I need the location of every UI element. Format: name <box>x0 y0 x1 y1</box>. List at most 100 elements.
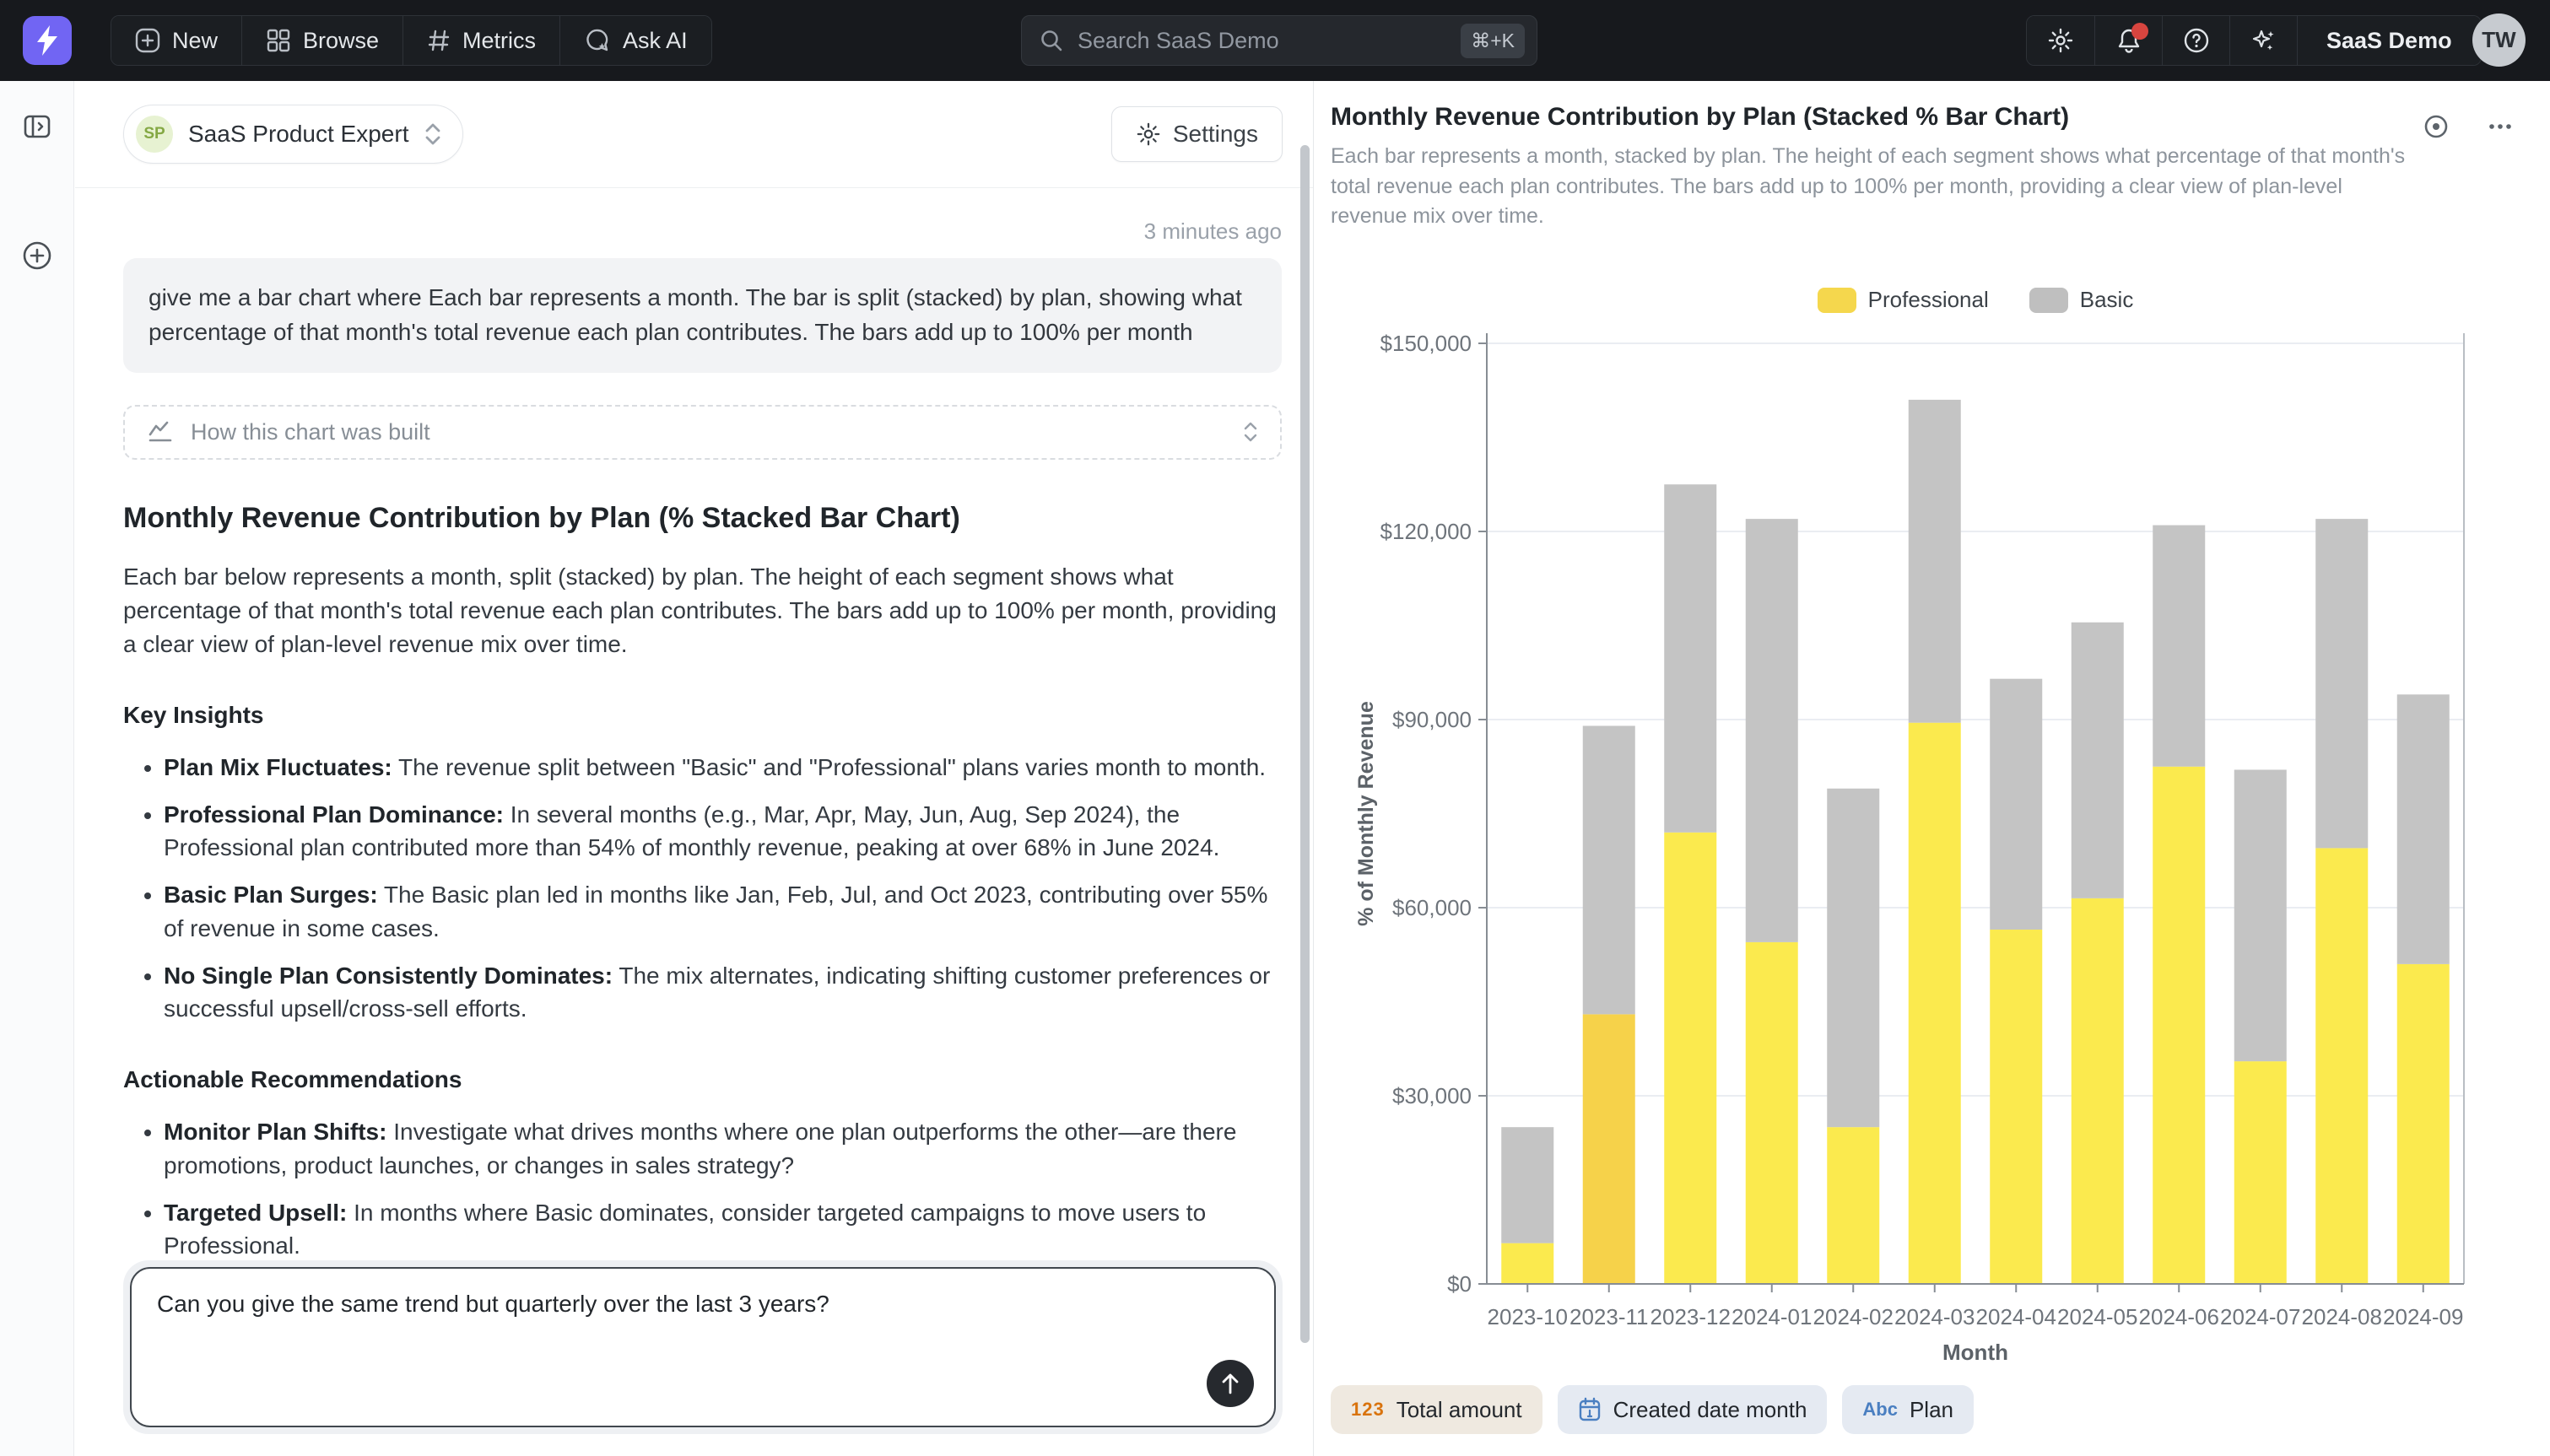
chart-panel-actions <box>2419 110 2550 143</box>
svg-text:$120,000: $120,000 <box>1380 519 1472 544</box>
insight-item: No Single Plan Consistently Dominates: T… <box>164 959 1282 1027</box>
notification-badge <box>2131 23 2148 40</box>
legend-item-basic[interactable]: Basic <box>2029 287 2134 313</box>
svg-text:$30,000: $30,000 <box>1392 1083 1472 1108</box>
legend-item-professional[interactable]: Professional <box>1818 287 1989 313</box>
agent-selector[interactable]: SP SaaS Product Expert <box>123 105 463 164</box>
panel-expand-icon <box>22 111 52 142</box>
recommendations-heading: Actionable Recommendations <box>123 1066 1282 1093</box>
legend-swatch <box>2029 288 2068 313</box>
chat-header: SP SaaS Product Expert Settings <box>75 81 1313 188</box>
dimension-tag-created-date[interactable]: Created date month <box>1558 1385 1828 1434</box>
chat-input-container: Can you give the same trend but quarterl… <box>123 1260 1283 1434</box>
app-logo[interactable] <box>23 16 72 65</box>
ask-ai-button[interactable]: Ask AI <box>559 16 711 65</box>
browse-grid-icon <box>266 28 291 53</box>
response-intro: Each bar below represents a month, split… <box>123 560 1282 661</box>
chart-trend-icon <box>147 419 174 445</box>
search-placeholder: Search SaaS Demo <box>1078 28 1461 54</box>
workspace-button[interactable]: SaaS Demo <box>2297 16 2481 65</box>
dimension-tag-plan[interactable]: Abc Plan <box>1842 1385 1974 1434</box>
arrow-up-icon <box>1219 1372 1241 1395</box>
new-button[interactable]: New <box>111 16 241 65</box>
message-timestamp: 3 minutes ago <box>123 218 1282 245</box>
chart-legend: Professional Basic <box>1376 287 2550 313</box>
legend-label: Basic <box>2080 287 2134 313</box>
svg-text:Month: Month <box>1942 1340 2008 1365</box>
svg-text:2024-07: 2024-07 <box>2220 1304 2300 1329</box>
hash-icon <box>427 29 451 52</box>
help-button[interactable] <box>2162 16 2229 65</box>
svg-text:2024-05: 2024-05 <box>2057 1304 2137 1329</box>
user-message-bubble: give me a bar chart where Each bar repre… <box>123 258 1282 373</box>
chat-message-list: 3 minutes ago give me a bar chart where … <box>75 218 1313 1403</box>
more-options-button[interactable] <box>2483 110 2517 143</box>
agent-settings-button[interactable]: Settings <box>1111 106 1283 162</box>
plus-circle-icon <box>21 240 53 272</box>
recommendation-item: Monitor Plan Shifts: Investigate what dr… <box>164 1115 1282 1183</box>
string-type-icon: Abc <box>1862 1399 1898 1421</box>
app: New Browse Metrics <box>0 0 2550 1456</box>
eye-icon <box>2421 111 2451 142</box>
agent-name: SaaS Product Expert <box>188 121 408 148</box>
new-thread-button[interactable] <box>19 237 56 274</box>
insight-item: Basic Plan Surges: The Basic plan led in… <box>164 878 1282 946</box>
key-insights-list: Plan Mix Fluctuates: The revenue split b… <box>123 751 1282 1026</box>
settings-nav-button[interactable] <box>2027 16 2094 65</box>
browse-label: Browse <box>303 28 379 54</box>
toggle-sidebar-button[interactable] <box>19 108 56 145</box>
svg-text:2024-09: 2024-09 <box>2383 1304 2463 1329</box>
chat-panel: SP SaaS Product Expert Settings 3 minute… <box>75 81 1313 1456</box>
tag-label: Total amount <box>1397 1397 1522 1423</box>
search-shortcut: ⌘+K <box>1461 24 1525 58</box>
workspace-name: SaaS Demo <box>2326 28 2452 54</box>
chart-panel: Monthly Revenue Contribution by Plan (St… <box>1314 81 2550 1456</box>
metrics-button[interactable]: Metrics <box>402 16 559 65</box>
plus-square-icon <box>135 28 160 53</box>
recommendation-item: Targeted Upsell: In months where Basic d… <box>164 1196 1282 1264</box>
search-icon <box>1039 28 1064 53</box>
svg-text:2024-01: 2024-01 <box>1732 1304 1812 1329</box>
svg-text:$150,000: $150,000 <box>1380 331 1472 356</box>
agent-avatar: SP <box>136 116 173 153</box>
top-navbar: New Browse Metrics <box>0 0 2550 81</box>
svg-text:2024-04: 2024-04 <box>1976 1304 2056 1329</box>
chat-input[interactable]: Can you give the same trend but quarterl… <box>132 1269 1274 1426</box>
response-heading: Monthly Revenue Contribution by Plan (% … <box>123 502 1282 535</box>
global-search-input[interactable]: Search SaaS Demo ⌘+K <box>1021 15 1537 66</box>
svg-text:2023-12: 2023-12 <box>1650 1304 1731 1329</box>
how-built-label: How this chart was built <box>191 419 1243 445</box>
tag-label: Created date month <box>1613 1397 1807 1423</box>
settings-gear-icon <box>1136 121 1161 147</box>
key-insights-heading: Key Insights <box>123 702 1282 729</box>
chat-scrollbar[interactable] <box>1300 145 1310 1343</box>
chart-title: Monthly Revenue Contribution by Plan (St… <box>1331 103 2419 132</box>
svg-text:2023-11: 2023-11 <box>1569 1304 1649 1329</box>
svg-text:$90,000: $90,000 <box>1392 707 1472 732</box>
navbar-right-group: SaaS Demo <box>2026 15 2482 66</box>
notifications-button[interactable] <box>2094 16 2162 65</box>
calendar-icon <box>1578 1397 1602 1422</box>
metrics-label: Metrics <box>462 28 536 54</box>
ai-sparkles-button[interactable] <box>2229 16 2297 65</box>
chart-field-tags: 123 Total amount Created date month Abc … <box>1331 1385 1974 1434</box>
lightning-icon <box>35 24 60 57</box>
tag-label: Plan <box>1910 1397 1953 1423</box>
chevron-selector-icon <box>424 121 442 147</box>
svg-text:2024-08: 2024-08 <box>2302 1304 2382 1329</box>
chevron-updown-icon <box>1243 421 1258 443</box>
ellipsis-icon <box>2485 111 2515 142</box>
legend-swatch <box>1818 288 1856 313</box>
user-avatar[interactable]: TW <box>2472 13 2526 67</box>
how-chart-built-toggle[interactable]: How this chart was built <box>123 405 1282 460</box>
chat-input-box: Can you give the same trend but quarterl… <box>130 1267 1276 1427</box>
svg-text:2024-03: 2024-03 <box>1894 1304 1975 1329</box>
metric-tag-total-amount[interactable]: 123 Total amount <box>1331 1385 1542 1434</box>
sparkles-icon <box>2250 26 2278 55</box>
number-type-icon: 123 <box>1351 1399 1385 1421</box>
browse-button[interactable]: Browse <box>241 16 402 65</box>
stacked-bar-chart[interactable]: $0$30,000$60,000$90,000$120,000$150,0002… <box>1329 323 2527 1378</box>
send-button[interactable] <box>1207 1360 1254 1407</box>
insight-item: Professional Plan Dominance: In several … <box>164 798 1282 866</box>
visibility-button[interactable] <box>2419 110 2453 143</box>
